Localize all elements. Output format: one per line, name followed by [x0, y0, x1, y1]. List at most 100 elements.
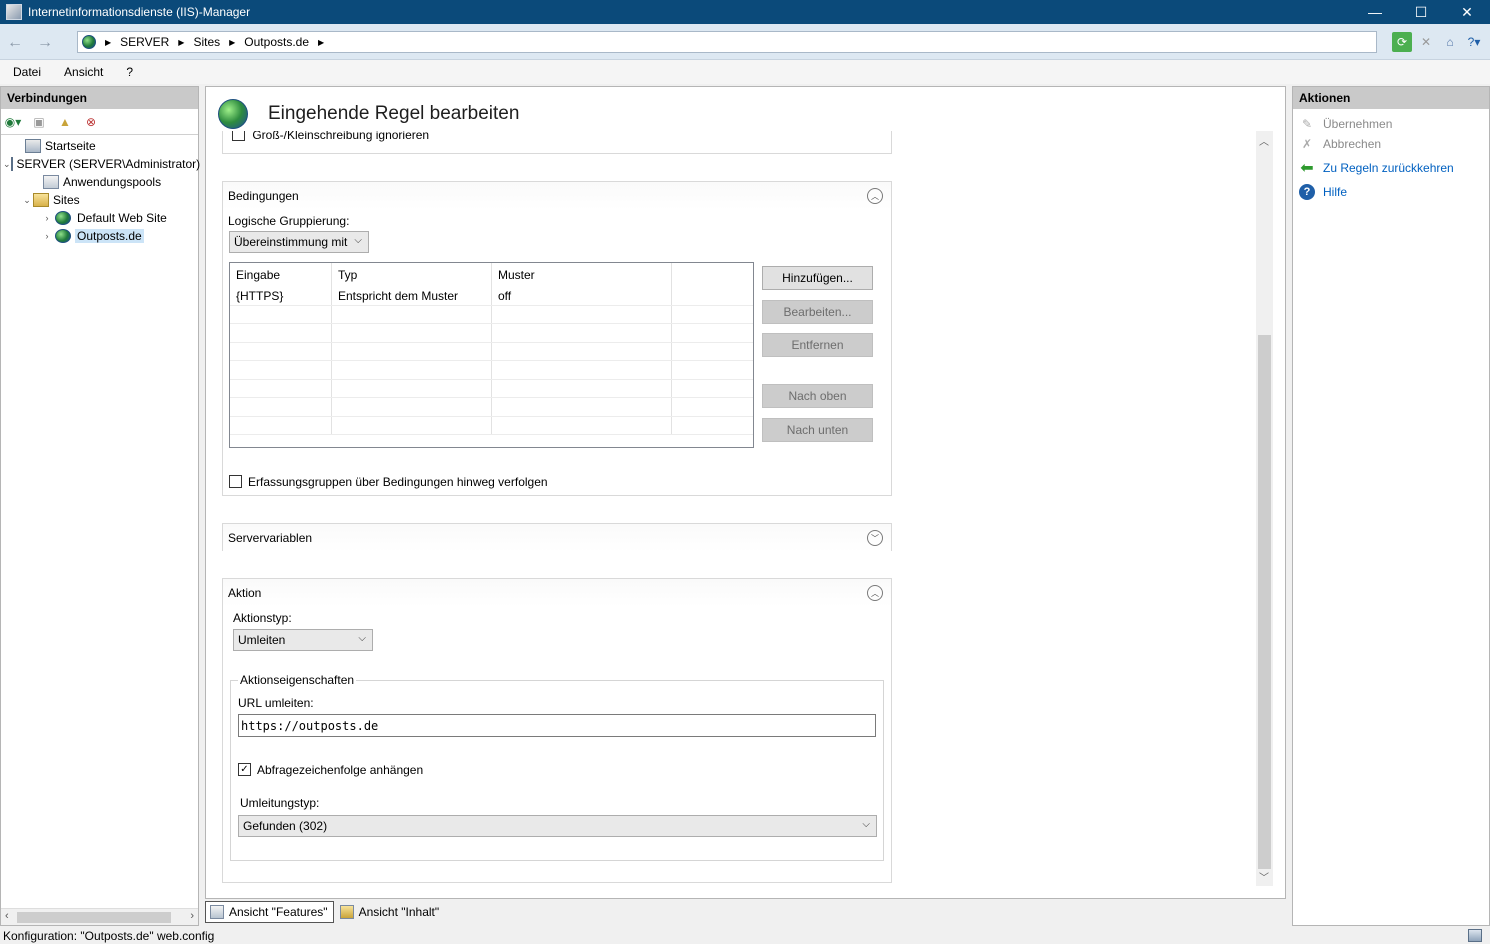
add-condition-button[interactable]: Hinzufügen... — [762, 266, 873, 290]
refresh-icon[interactable]: ⟳ — [1392, 32, 1412, 52]
maximize-button[interactable]: ☐ — [1398, 0, 1444, 24]
scroll-down-icon[interactable]: ﹀ — [1259, 869, 1269, 884]
tree-item-sites[interactable]: ⌄ Sites — [1, 191, 198, 209]
grouping-select[interactable]: Übereinstimmung mit ⌵ — [229, 231, 369, 253]
redirect-url-label: URL umleiten: — [238, 696, 314, 710]
action-header[interactable]: Aktion ︿ — [223, 579, 891, 607]
breadcrumb-sites[interactable]: Sites — [193, 35, 220, 49]
grouping-label: Logische Gruppierung: — [228, 214, 350, 228]
site-globe-icon — [55, 229, 71, 243]
page-title: Eingehende Regel bearbeiten — [268, 103, 520, 124]
up-folder-icon[interactable]: ▲ — [55, 113, 75, 131]
action-properties-group: Aktionseigenschaften URL umleiten: https… — [230, 673, 884, 861]
page-header: Eingehende Regel bearbeiten — [218, 97, 1268, 131]
address-breadcrumb[interactable]: ▶ SERVER ▶ Sites ▶ Outposts.de ▶ — [77, 31, 1377, 53]
expand-arrow-icon[interactable]: › — [41, 213, 53, 223]
column-header[interactable] — [672, 263, 753, 287]
menu-view[interactable]: Ansicht — [51, 65, 113, 79]
collapse-arrow-icon[interactable]: ⌄ — [3, 159, 11, 170]
scroll-left-icon[interactable]: ‹ — [5, 910, 9, 922]
back-arrow-icon: ⬅ — [1300, 160, 1314, 177]
features-view-icon — [210, 905, 224, 919]
tab-features-view[interactable]: Ansicht "Features" — [205, 901, 334, 923]
table-row[interactable]: {HTTPS} Entspricht dem Muster off — [230, 287, 753, 306]
column-header[interactable]: Muster — [492, 263, 672, 287]
breadcrumb-server[interactable]: SERVER — [120, 35, 169, 49]
tab-content-view[interactable]: Ansicht "Inhalt" — [336, 901, 445, 923]
action-help[interactable]: ? Hilfe — [1293, 181, 1489, 203]
stop-icon[interactable]: ✕ — [1416, 32, 1436, 52]
site-globe-icon — [55, 211, 71, 225]
edit-condition-button[interactable]: Bearbeiten... — [762, 300, 873, 324]
status-text: Konfiguration: "Outposts.de" web.config — [3, 929, 215, 943]
disconnect-icon[interactable]: ⊗ — [81, 113, 101, 131]
menu-file[interactable]: Datei — [0, 65, 51, 79]
help-icon: ? — [1299, 184, 1315, 200]
redirect-type-label: Umleitungstyp: — [240, 796, 320, 810]
connections-header: Verbindungen — [1, 87, 198, 109]
sites-folder-icon — [33, 193, 49, 207]
collapse-arrow-icon[interactable]: ⌄ — [21, 195, 33, 206]
forward-button[interactable]: → — [34, 32, 56, 54]
expand-icon[interactable]: ﹀ — [867, 530, 883, 546]
action-cancel[interactable]: ✗ Abbrechen — [1293, 133, 1489, 155]
action-type-label: Aktionstyp: — [233, 611, 292, 625]
breadcrumb-site[interactable]: Outposts.de — [244, 35, 309, 49]
minimize-button[interactable]: — — [1352, 0, 1398, 24]
expand-arrow-icon[interactable]: › — [41, 231, 53, 241]
chevron-right-icon: ▶ — [229, 37, 236, 47]
conditions-header[interactable]: Bedingungen ︿ — [223, 182, 891, 210]
connections-panel: Verbindungen ◉▾ ▣ ▲ ⊗ Startseite ⌄ SERVE… — [0, 86, 200, 926]
tree-item-app-pools[interactable]: Anwendungspools — [1, 173, 198, 191]
tree-item-server[interactable]: ⌄ SERVER (SERVER\Administrator) — [1, 155, 200, 173]
back-button[interactable]: ← — [4, 32, 26, 54]
append-query-checkbox[interactable]: ✓ — [238, 763, 251, 776]
redirect-type-select[interactable]: Gefunden (302) ⌵ — [238, 815, 877, 837]
action-back-to-rules[interactable]: ⬅ Zu Regeln zurückkehren — [1293, 157, 1489, 179]
content-panel: Eingehende Regel bearbeiten Groß-/Kleins… — [205, 86, 1286, 899]
menu-bar: Datei Ansicht ? — [0, 60, 1490, 84]
action-apply[interactable]: ✎ Übernehmen — [1293, 113, 1489, 135]
move-up-button[interactable]: Nach oben — [762, 384, 873, 408]
scroll-right-icon[interactable]: › — [190, 910, 194, 922]
address-bar: ← → ▶ SERVER ▶ Sites ▶ Outposts.de ▶ ⟳ ✕… — [0, 24, 1490, 60]
conditions-table[interactable]: Eingabe Typ Muster {HTTPS} Entspricht de… — [229, 262, 754, 448]
network-status-icon — [1468, 929, 1482, 942]
track-groups-label: Erfassungsgruppen über Bedingungen hinwe… — [248, 475, 548, 489]
redirect-url-input[interactable]: https://outposts.de — [238, 714, 876, 737]
connections-tree: Startseite ⌄ SERVER (SERVER\Administrato… — [1, 135, 200, 245]
column-header[interactable]: Typ — [332, 263, 492, 287]
content-view-icon — [339, 905, 354, 919]
status-bar: Konfiguration: "Outposts.de" web.config — [0, 928, 1490, 944]
home-icon[interactable]: ⌂ — [1440, 32, 1460, 52]
scrollbar-thumb[interactable] — [17, 912, 171, 923]
table-header: Eingabe Typ Muster — [230, 263, 753, 287]
save-icon[interactable]: ▣ — [29, 113, 49, 131]
action-type-select[interactable]: Umleiten ⌵ — [233, 629, 373, 651]
connect-icon[interactable]: ◉▾ — [3, 113, 23, 131]
collapse-icon[interactable]: ︿ — [867, 188, 883, 204]
scrollbar-thumb[interactable] — [1258, 335, 1271, 869]
empty-row — [230, 379, 753, 398]
remove-condition-button[interactable]: Entfernen — [762, 333, 873, 357]
chevron-right-icon: ▶ — [318, 37, 325, 47]
close-button[interactable]: ✕ — [1444, 0, 1490, 24]
server-variables-header[interactable]: Servervariablen ﹀ — [223, 524, 891, 552]
title-bar: Internetinformationsdienste (IIS)-Manage… — [0, 0, 1490, 24]
empty-row — [230, 342, 753, 361]
track-groups-checkbox[interactable] — [229, 475, 242, 488]
content-vertical-scrollbar[interactable]: ︿ ﹀ — [1256, 131, 1273, 886]
collapse-icon[interactable]: ︿ — [867, 585, 883, 601]
tree-item-outposts[interactable]: › Outposts.de — [1, 227, 198, 245]
connections-horizontal-scrollbar[interactable]: ‹ › — [1, 908, 198, 925]
help-icon[interactable]: ?▾ — [1464, 32, 1484, 52]
tree-item-default-web-site[interactable]: › Default Web Site — [1, 209, 198, 227]
column-header[interactable]: Eingabe — [230, 263, 332, 287]
scroll-up-icon[interactable]: ︿ — [1259, 133, 1269, 148]
move-down-button[interactable]: Nach unten — [762, 418, 873, 442]
iis-app-icon — [6, 4, 22, 20]
actions-panel: Aktionen ✎ Übernehmen ✗ Abbrechen ⬅ Zu R… — [1292, 86, 1490, 926]
chevron-right-icon: ▶ — [105, 37, 112, 47]
menu-help[interactable]: ? — [113, 65, 143, 79]
tree-item-startseite[interactable]: Startseite — [1, 137, 198, 155]
